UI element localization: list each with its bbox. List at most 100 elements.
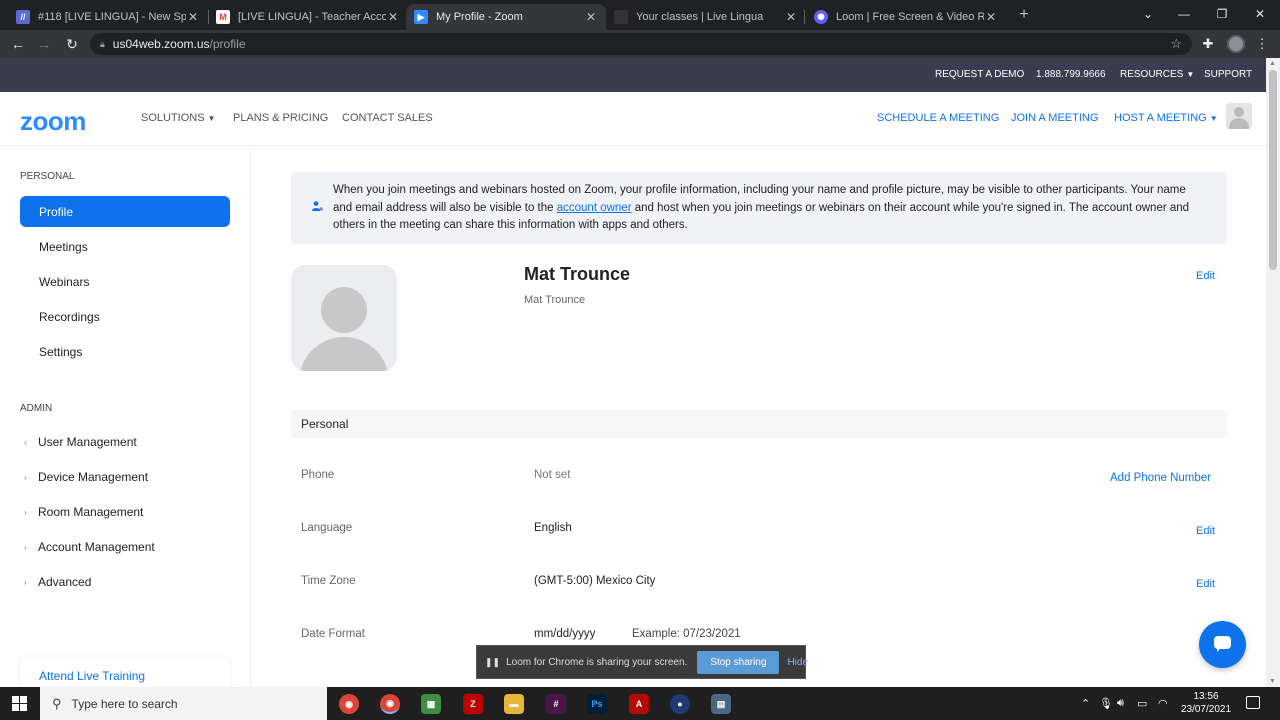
new-tab-button[interactable]: + bbox=[1014, 5, 1034, 25]
calculator-icon[interactable]: ▤ bbox=[711, 694, 731, 714]
sidebar-item-label: User Management bbox=[38, 435, 137, 449]
close-icon[interactable]: ✕ bbox=[984, 10, 998, 24]
profile-name: Mat Trounce bbox=[524, 264, 631, 284]
profile-content: When you join meetings and webinars host… bbox=[250, 147, 1266, 687]
support-chat-button[interactable] bbox=[1199, 621, 1246, 668]
tab-search-icon[interactable]: ⌄ bbox=[1136, 4, 1160, 24]
avatar-head bbox=[321, 287, 367, 333]
host-meeting-menu[interactable]: HOST A MEETING ▼ bbox=[1114, 112, 1218, 124]
bookmark-star-icon[interactable]: ☆ bbox=[1170, 36, 1182, 52]
browser-menu-icon[interactable]: ⋮ bbox=[1252, 34, 1272, 54]
address-bar[interactable]: 🔒︎ us04web.zoom.us/profile ☆ bbox=[90, 33, 1192, 55]
sidebar-item-settings[interactable]: Settings bbox=[20, 336, 230, 367]
browser-tab-linear[interactable]: // #118 [LIVE LINGUA] - New Spanish ✕ bbox=[8, 4, 208, 30]
sidebar-item-device-management[interactable]: › Device Management bbox=[24, 470, 148, 484]
zoom-logo[interactable]: zoom bbox=[20, 106, 86, 137]
photoshop-icon[interactable]: Ps bbox=[587, 694, 607, 714]
sidebar-item-webinars[interactable]: Webinars bbox=[20, 266, 230, 297]
tray-overflow-icon[interactable]: ⌃ bbox=[1081, 697, 1090, 710]
chrome-active-icon[interactable]: ◉ bbox=[380, 694, 400, 714]
browser-profile-avatar[interactable] bbox=[1227, 35, 1245, 53]
browser-tab-loom[interactable]: ✺ Loom | Free Screen & Video Recording ✕ bbox=[806, 4, 1006, 30]
microphone-icon[interactable]: 🎙︎ bbox=[1099, 697, 1113, 710]
window-close-icon[interactable]: ✕ bbox=[1248, 4, 1272, 24]
add-phone-number-link[interactable]: Add Phone Number bbox=[1110, 472, 1211, 484]
vpn-app-icon[interactable]: ● bbox=[670, 694, 690, 714]
acrobat-icon[interactable]: A bbox=[629, 694, 649, 714]
resources-menu[interactable]: RESOURCES ▼ bbox=[1120, 69, 1194, 80]
zoom-utility-bar: REQUEST A DEMO 1.888.799.9666 RESOURCES ▼… bbox=[0, 58, 1266, 92]
language-label: Language bbox=[301, 522, 353, 534]
sidebar-item-account-management[interactable]: › Account Management bbox=[24, 540, 155, 554]
forward-icon[interactable]: → bbox=[34, 34, 54, 54]
browser-tab-zoom[interactable]: ▶ My Profile - Zoom ✕ bbox=[406, 4, 606, 30]
hide-banner-button[interactable]: Hide bbox=[787, 657, 808, 668]
browser-tab-gmail[interactable]: M [LIVE LINGUA] - Teacher Account ✕ bbox=[208, 4, 408, 30]
lock-icon: 🔒︎ bbox=[100, 38, 105, 49]
close-icon[interactable]: ✕ bbox=[386, 10, 400, 24]
reload-icon[interactable]: ↻ bbox=[62, 34, 82, 54]
file-explorer-icon[interactable]: ▬ bbox=[504, 694, 524, 714]
windows-taskbar: ⚲ Type here to search ◉ ◉ ▦ Z ▬ # Ps A ●… bbox=[0, 687, 1280, 720]
sidebar-item-recordings[interactable]: Recordings bbox=[20, 301, 230, 332]
profile-display-name: Mat Trounce bbox=[524, 294, 586, 306]
join-meeting-link[interactable]: JOIN A MEETING bbox=[1011, 112, 1098, 124]
account-owner-link[interactable]: account owner bbox=[557, 202, 632, 214]
scroll-down-arrow-icon[interactable]: ▼ bbox=[1269, 678, 1276, 685]
solutions-menu[interactable]: SOLUTIONS ▼ bbox=[141, 112, 216, 124]
tab-title: My Profile - Zoom bbox=[436, 11, 523, 23]
page-scrollbar[interactable]: ▲ ▼ bbox=[1266, 58, 1280, 687]
spreadsheet-app-icon[interactable]: ▦ bbox=[421, 694, 441, 714]
zoom-main-nav: zoom SOLUTIONS ▼ PLANS & PRICING CONTACT … bbox=[0, 92, 1266, 146]
edit-timezone-link[interactable]: Edit bbox=[1196, 578, 1215, 590]
phone-value: Not set bbox=[534, 469, 571, 481]
sidebar-item-room-management[interactable]: › Room Management bbox=[24, 505, 143, 519]
sidebar-item-advanced[interactable]: › Advanced bbox=[24, 575, 91, 589]
scroll-up-arrow-icon[interactable]: ▲ bbox=[1269, 60, 1276, 67]
extensions-puzzle-icon[interactable]: ✚ bbox=[1198, 34, 1218, 54]
back-icon[interactable]: ← bbox=[8, 34, 28, 54]
stop-sharing-button[interactable]: Stop sharing bbox=[697, 650, 780, 674]
sales-phone-link[interactable]: 1.888.799.9666 bbox=[1036, 69, 1106, 80]
zoom-icon: ▶ bbox=[414, 10, 428, 24]
filezilla-icon[interactable]: Z bbox=[463, 694, 483, 714]
close-icon[interactable]: ✕ bbox=[584, 10, 598, 24]
chevron-right-icon: › bbox=[24, 577, 27, 587]
taskbar-search-box[interactable]: ⚲ Type here to search bbox=[40, 687, 327, 720]
close-icon[interactable]: ✕ bbox=[186, 10, 200, 24]
wifi-icon[interactable]: ◠ bbox=[1158, 697, 1168, 710]
close-icon[interactable]: ✕ bbox=[784, 10, 798, 24]
chrome-icon[interactable]: ◉ bbox=[339, 694, 359, 714]
chevron-right-icon: › bbox=[24, 472, 27, 482]
user-avatar[interactable] bbox=[1226, 103, 1252, 129]
contact-sales-link[interactable]: CONTACT SALES bbox=[342, 112, 433, 124]
windows-start-icon[interactable] bbox=[12, 696, 27, 711]
minimize-icon[interactable]: — bbox=[1172, 4, 1196, 24]
scrollbar-thumb[interactable] bbox=[1269, 70, 1277, 270]
browser-tab-livelingua[interactable]: Your classes | Live Lingua ✕ bbox=[606, 4, 806, 30]
browser-toolbar: ← → ↻ 🔒︎ us04web.zoom.us/profile ☆ ✚ ⋮ bbox=[0, 30, 1280, 58]
sidebar-item-meetings[interactable]: Meetings bbox=[20, 231, 230, 262]
support-link[interactable]: SUPPORT bbox=[1204, 69, 1252, 80]
plans-pricing-link[interactable]: PLANS & PRICING bbox=[233, 112, 328, 124]
request-demo-link[interactable]: REQUEST A DEMO bbox=[935, 69, 1024, 80]
maximize-icon[interactable]: ❐ bbox=[1210, 4, 1234, 24]
profile-picture[interactable] bbox=[291, 265, 397, 371]
battery-icon[interactable]: ▭ bbox=[1137, 697, 1147, 710]
sidebar-item-user-management[interactable]: › User Management bbox=[24, 435, 137, 449]
pause-icon: ❚❚ bbox=[485, 656, 501, 667]
clock-time: 13:56 bbox=[1193, 691, 1219, 702]
attend-live-training-link[interactable]: Attend Live Training bbox=[20, 657, 230, 687]
taskbar-clock[interactable]: 13:56 23/07/2021 bbox=[1178, 690, 1234, 716]
volume-icon[interactable]: 🔊︎ bbox=[1117, 697, 1124, 710]
schedule-meeting-link[interactable]: SCHEDULE A MEETING bbox=[877, 112, 999, 124]
edit-language-link[interactable]: Edit bbox=[1196, 525, 1215, 537]
loom-sharing-message: Loom for Chrome is sharing your screen. bbox=[506, 656, 688, 668]
notifications-icon[interactable] bbox=[1246, 696, 1260, 709]
edit-profile-link[interactable]: Edit bbox=[1196, 270, 1215, 282]
slack-icon[interactable]: # bbox=[546, 694, 566, 714]
tab-title: #118 [LIVE LINGUA] - New Spanish bbox=[38, 11, 186, 23]
sidebar-item-profile[interactable]: Profile bbox=[20, 196, 230, 227]
sidebar: PERSONAL Profile Meetings Webinars Recor… bbox=[0, 147, 250, 687]
taskbar-search-placeholder: Type here to search bbox=[71, 696, 178, 711]
